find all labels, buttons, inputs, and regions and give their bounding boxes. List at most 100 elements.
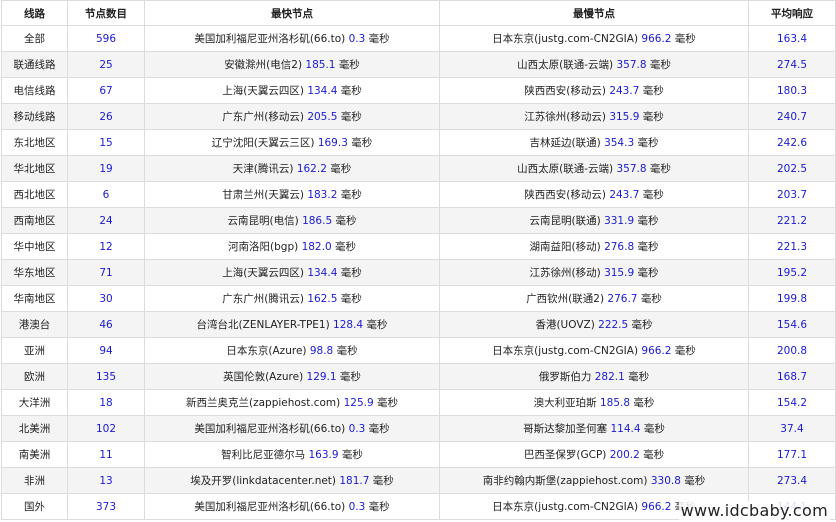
fastest-ms: 98.8: [309, 345, 334, 357]
fastest-ms: 128.4: [333, 319, 364, 331]
unit-label: 毫秒: [368, 423, 390, 435]
avg-cell: 180.3: [748, 77, 836, 104]
unit-label: 毫秒: [633, 397, 655, 409]
unit-label: 毫秒: [368, 33, 390, 45]
line-label: 华中地区: [13, 241, 56, 253]
unit-label: 毫秒: [642, 111, 664, 123]
line-label: 西南地区: [13, 215, 56, 227]
avg-response: 242.6: [776, 136, 808, 149]
fastest-ms: 162.5: [307, 293, 338, 305]
unit-label: 毫秒: [341, 449, 363, 461]
unit-label: 毫秒: [372, 475, 394, 487]
fastest-cell: 河南洛阳(bgp) 182.0 毫秒: [144, 233, 440, 260]
slowest-node-name: 日本东京(justg.com-CN2GIA): [492, 345, 639, 357]
node-count: 19: [99, 162, 113, 175]
slowest-cell: 云南昆明(联通) 331.9 毫秒: [439, 207, 749, 234]
fastest-ms: 205.5: [307, 111, 338, 123]
header-line: 线路: [1, 0, 68, 26]
count-cell: 373: [67, 493, 145, 520]
unit-label: 毫秒: [637, 137, 659, 149]
line-label: 华东地区: [13, 267, 56, 279]
unit-label: 毫秒: [377, 397, 399, 409]
slowest-ms: 243.7: [609, 85, 640, 97]
fastest-node-name: 台湾台北(ZENLAYER-TPE1): [196, 319, 330, 331]
avg-cell: 202.5: [748, 155, 836, 182]
slowest-ms: 222.5: [598, 319, 629, 331]
unit-label: 毫秒: [643, 423, 665, 435]
avg-response: 199.8: [776, 292, 808, 305]
line-label: 港澳台: [18, 319, 51, 331]
slowest-ms: 315.9: [609, 111, 640, 123]
line-cell: 华南地区: [1, 285, 68, 312]
avg-cell: 154.6: [748, 311, 836, 338]
count-cell: 11: [67, 441, 145, 468]
slowest-ms: 200.2: [609, 449, 640, 461]
count-cell: 135: [67, 363, 145, 390]
slowest-node-name: 江苏徐州(移动云): [524, 111, 606, 123]
slowest-cell: 陕西西安(移动云) 243.7 毫秒: [439, 181, 749, 208]
line-cell: 港澳台: [1, 311, 68, 338]
node-count: 94: [99, 344, 113, 357]
node-count: 15: [99, 136, 113, 149]
fastest-node-name: 广东广州(腾讯云): [222, 293, 304, 305]
unit-label: 毫秒: [336, 345, 358, 357]
line-label: 联通线路: [13, 59, 56, 71]
avg-cell: 274.5: [748, 51, 836, 78]
fastest-cell: 上海(天翼云四区) 134.4 毫秒: [144, 77, 440, 104]
fastest-ms: 134.4: [307, 267, 338, 279]
avg-cell: 168.7: [748, 363, 836, 390]
unit-label: 毫秒: [628, 371, 650, 383]
fastest-ms: 186.5: [302, 215, 333, 227]
unit-label: 毫秒: [334, 241, 356, 253]
line-label: 东北地区: [13, 137, 56, 149]
line-cell: 移动线路: [1, 103, 68, 130]
slowest-node-name: 山西太原(联通-云端): [517, 163, 614, 175]
avg-cell: 199.8: [748, 285, 836, 312]
line-label: 亚洲: [24, 345, 45, 357]
slowest-ms: 315.9: [604, 267, 635, 279]
fastest-node-name: 新西兰奥克兰(zappiehost.com): [185, 397, 341, 409]
count-cell: 26: [67, 103, 145, 130]
count-cell: 102: [67, 415, 145, 442]
slowest-node-name: 陕西西安(移动云): [524, 189, 606, 201]
fastest-cell: 广东广州(腾讯云) 162.5 毫秒: [144, 285, 440, 312]
fastest-node-name: 美国加利福尼亚州洛杉矶(66.to): [194, 423, 346, 435]
node-count: 596: [95, 32, 117, 45]
fastest-ms: 0.3: [348, 501, 366, 513]
fastest-ms: 125.9: [343, 397, 374, 409]
unit-label: 毫秒: [674, 345, 696, 357]
line-cell: 北美洲: [1, 415, 68, 442]
node-count: 67: [99, 84, 113, 97]
line-label: 西北地区: [13, 189, 56, 201]
line-label: 国外: [24, 501, 45, 513]
fastest-node-name: 埃及开罗(linkdatacenter.net): [190, 475, 337, 487]
fastest-cell: 广东广州(移动云) 205.5 毫秒: [144, 103, 440, 130]
line-label: 南美洲: [18, 449, 51, 461]
node-count: 373: [95, 500, 117, 513]
avg-response: 180.3: [776, 84, 808, 97]
slowest-cell: 日本东京(justg.com-CN2GIA) 966.2 毫秒: [439, 337, 749, 364]
line-cell: 华东地区: [1, 259, 68, 286]
fastest-ms: 163.9: [308, 449, 339, 461]
line-label: 北美洲: [18, 423, 51, 435]
slowest-node-name: 云南昆明(联通): [529, 215, 601, 227]
table-row: 大洋洲 18 新西兰奥克兰(zappiehost.com) 125.9 毫秒 澳大利亚…: [1, 389, 836, 416]
avg-response: 203.7: [776, 188, 808, 201]
unit-label: 毫秒: [637, 241, 659, 253]
slowest-ms: 114.4: [610, 423, 641, 435]
header-slowest-node: 最慢节点: [439, 0, 749, 26]
avg-cell: 242.6: [748, 129, 836, 156]
node-count: 26: [99, 110, 113, 123]
line-cell: 东北地区: [1, 129, 68, 156]
slowest-node-name: 澳大利亚珀斯: [533, 397, 597, 409]
line-cell: 西北地区: [1, 181, 68, 208]
unit-label: 毫秒: [684, 475, 706, 487]
slowest-ms: 330.8: [650, 475, 681, 487]
line-cell: 南美洲: [1, 441, 68, 468]
slowest-node-name: 南非约翰内斯堡(zappiehost.com): [482, 475, 648, 487]
fastest-cell: 埃及开罗(linkdatacenter.net) 181.7 毫秒: [144, 467, 440, 494]
header-avg-response: 平均响应: [748, 0, 836, 26]
unit-label: 毫秒: [674, 33, 696, 45]
fastest-cell: 智利比尼亚德尔马 163.9 毫秒: [144, 441, 440, 468]
line-cell: 全部: [1, 25, 68, 52]
